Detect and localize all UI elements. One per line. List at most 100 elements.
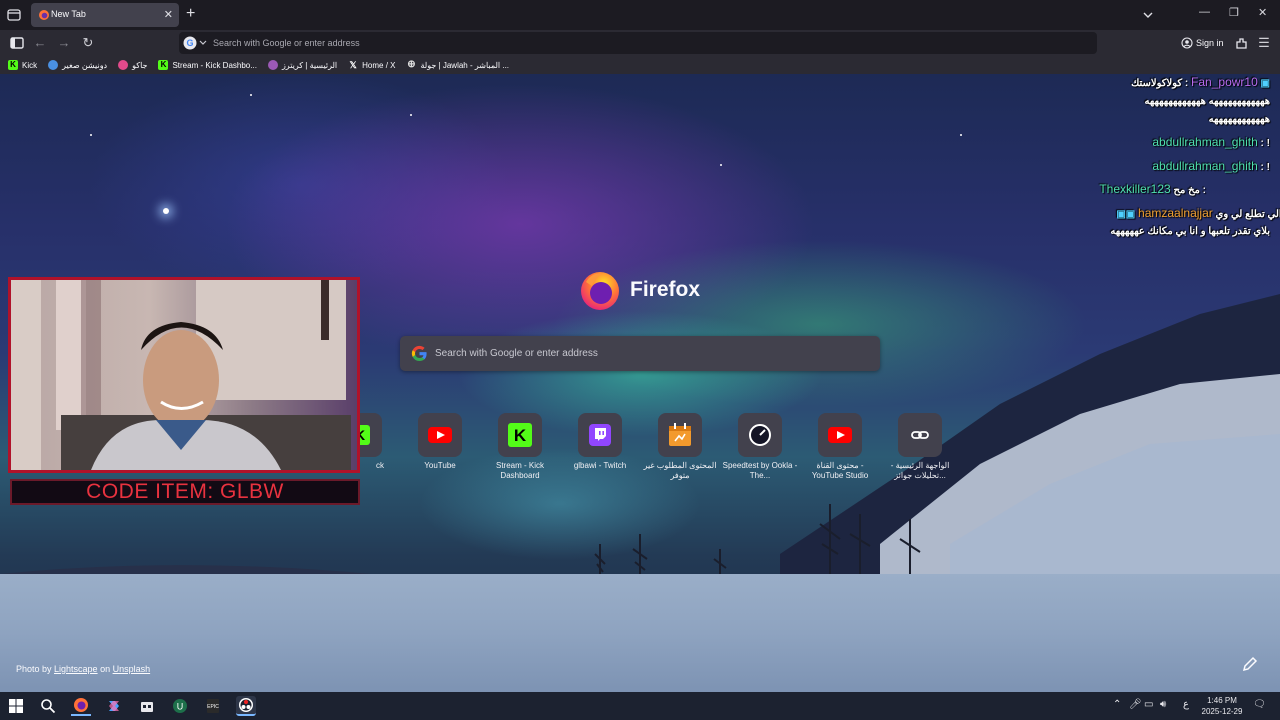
sign-in-label: Sign in — [1196, 38, 1224, 48]
bookmark-label: دونيشن صغير — [62, 60, 108, 70]
forward-arrow-icon[interactable]: → — [56, 35, 72, 51]
network-icon[interactable]: ▭ — [1144, 699, 1153, 710]
taskbar-firefox[interactable] — [71, 696, 91, 716]
input-language-indicator[interactable]: ع — [1183, 699, 1189, 710]
top-site-kick-dashboard[interactable]: K Stream - Kick Dashboard — [480, 413, 560, 481]
svg-text:G: G — [186, 38, 193, 48]
clock-time: 1:46 PM — [1207, 696, 1237, 705]
badge-icon: ▣ — [1260, 78, 1270, 89]
restore-icon[interactable]: ❐ — [1229, 6, 1239, 19]
address-input[interactable] — [213, 36, 1073, 50]
back-arrow-icon[interactable]: ← — [32, 35, 48, 51]
bookmark-donation[interactable]: دونيشن صغير — [48, 60, 107, 70]
sign-in-button[interactable]: Sign in — [1181, 36, 1224, 50]
top-site-tile: K — [498, 413, 542, 457]
customize-pencil-icon[interactable] — [1240, 654, 1260, 674]
chat-text: كولاكولاستك : — [1131, 78, 1189, 89]
tab-strip: New Tab ✕ + — ❐ ✕ — [0, 0, 1280, 30]
top-site-label: محتوى القناة - YouTube Studio — [811, 461, 869, 480]
tab-new-tab[interactable]: New Tab ✕ — [31, 3, 179, 27]
donation-icon — [48, 60, 59, 70]
top-site-label: Stream - Kick Dashboard — [495, 461, 544, 480]
badge-icon: ▣▣ — [1116, 209, 1136, 220]
photographer-link[interactable]: Lightscape — [54, 664, 98, 674]
microphone-icon[interactable]: 🎤︎ — [1129, 699, 1142, 710]
taskbar-upwork-app[interactable]: U — [170, 696, 190, 716]
sidebar-icon[interactable] — [9, 35, 25, 51]
bookmark-label: جاكو — [132, 60, 148, 70]
reload-icon[interactable]: ↻ — [80, 35, 96, 51]
window-close-icon[interactable]: ✕ — [1258, 6, 1267, 19]
chat-message: ههههههههههههه ههههههههههههه — [1145, 96, 1270, 107]
firefox-logo-icon — [74, 698, 88, 712]
chat-message: Thexkiller123 مخ مح : — [1099, 182, 1206, 196]
code-item-text: CODE ITEM: GLBW — [86, 480, 284, 503]
streamer-figure — [11, 280, 351, 470]
search-engine-button[interactable]: G — [181, 35, 209, 51]
tab-overview-button[interactable] — [5, 6, 23, 24]
chat-text: مخ مح : — [1173, 185, 1206, 196]
chat-message: كولاكولاستك : Fan_powr10 ▣ — [1131, 75, 1270, 89]
newtab-search-box[interactable] — [400, 336, 880, 371]
chat-text: بلاي تقدر تلعبها و انا بي مكانك عهههههه — [1110, 226, 1270, 237]
bookmark-jawlah[interactable]: ⊕ جولة | Jawlah - المباشر ... — [407, 59, 510, 70]
photo-credit-middle: on — [97, 664, 113, 674]
firefox-favicon-icon — [39, 10, 49, 20]
new-tab-button[interactable]: + — [186, 5, 195, 23]
top-site-youtube[interactable]: YouTube — [400, 413, 480, 471]
bookmark-label: جولة | Jawlah - المباشر ... — [420, 60, 510, 70]
start-button[interactable] — [6, 696, 26, 716]
new-tab-page: Firefox K ck YouTube K Stream - Kick Das… — [0, 74, 1280, 692]
link-icon — [911, 431, 929, 439]
globe-icon: ⊕ — [407, 59, 416, 70]
bookmark-kick-dashboard[interactable]: K Stream - Kick Dashbo... — [158, 60, 257, 70]
address-bar[interactable]: G — [179, 32, 1097, 54]
close-tab-icon[interactable]: ✕ — [164, 8, 173, 22]
extensions-icon[interactable] — [1233, 35, 1249, 51]
x-icon: 𝕏 — [349, 60, 357, 70]
chat-message: بلاي تقدر تلعبها و انا بي مكانك عهههههه — [1110, 226, 1270, 237]
top-site-speedtest[interactable]: Speedtest by Ookla - The... — [720, 413, 800, 481]
taskbar-obs[interactable] — [236, 696, 256, 716]
bookmark-label: Home / X — [362, 60, 396, 70]
windows-taskbar: U EPIC ⌃ 🎤︎ ▭ 🔊︎ ع 1:46 PM 2025-12-29 🗨︎ — [0, 692, 1280, 720]
top-site-tile — [658, 413, 702, 457]
chat-username: abdullrahman_ghith — [1152, 159, 1258, 173]
show-hidden-icons-chevron-icon[interactable]: ⌃ — [1113, 699, 1121, 710]
volume-icon[interactable]: 🔊︎ — [1160, 699, 1166, 710]
chat-text: ههههههههههههه — [1208, 114, 1270, 125]
taskbar-search-button[interactable] — [38, 696, 58, 716]
bookmark-critters[interactable]: الرئيسية | كريترز — [267, 60, 337, 70]
menu-icon[interactable]: ☰ — [1256, 35, 1272, 51]
bookmark-jaco[interactable]: جاكو — [118, 60, 147, 70]
jaco-icon — [118, 60, 129, 70]
top-site-label: glbawi - Twitch — [573, 461, 627, 470]
chat-message: ▣▣ hamzaalnajjar ت الي تطلع لي وي : — [1116, 206, 1280, 220]
top-site-twitch[interactable]: glbawi - Twitch — [560, 413, 640, 471]
list-all-tabs-icon[interactable] — [1141, 8, 1155, 22]
system-clock[interactable]: 1:46 PM 2025-12-29 — [1200, 695, 1244, 717]
obs-icon — [239, 698, 253, 712]
top-site-tile — [578, 413, 622, 457]
firefox-brand: Firefox — [578, 268, 700, 312]
top-site-awards-analytics[interactable]: الواجهة الرئيسية - تحليلات جوائز... — [880, 413, 960, 481]
firefox-wordmark: Firefox — [630, 278, 701, 301]
taskbar-store[interactable] — [137, 696, 157, 716]
taskbar-copilot[interactable] — [104, 696, 124, 716]
bookmark-kick[interactable]: K Kick — [8, 60, 37, 70]
snow-field — [0, 574, 1280, 692]
newtab-search-input[interactable] — [435, 345, 865, 362]
notifications-icon[interactable]: 🗨︎ — [1253, 699, 1266, 710]
unsplash-link[interactable]: Unsplash — [113, 664, 151, 674]
top-site-content-unavailable[interactable]: المحتوى المطلوب غير متوفر — [640, 413, 720, 481]
chat-username: Fan_powr10 — [1191, 75, 1258, 89]
top-site-label: YouTube — [424, 461, 456, 470]
bookmark-label: Kick — [22, 60, 38, 70]
svg-text:EPIC: EPIC — [207, 704, 219, 710]
taskbar-epic-games[interactable]: EPIC — [203, 696, 223, 716]
top-site-tile — [818, 413, 862, 457]
top-site-youtube-studio[interactable]: محتوى القناة - YouTube Studio — [800, 413, 880, 481]
minimize-icon[interactable]: — — [1199, 6, 1210, 18]
bookmark-x-home[interactable]: 𝕏 Home / X — [348, 60, 396, 70]
windows-logo-icon — [9, 699, 23, 713]
